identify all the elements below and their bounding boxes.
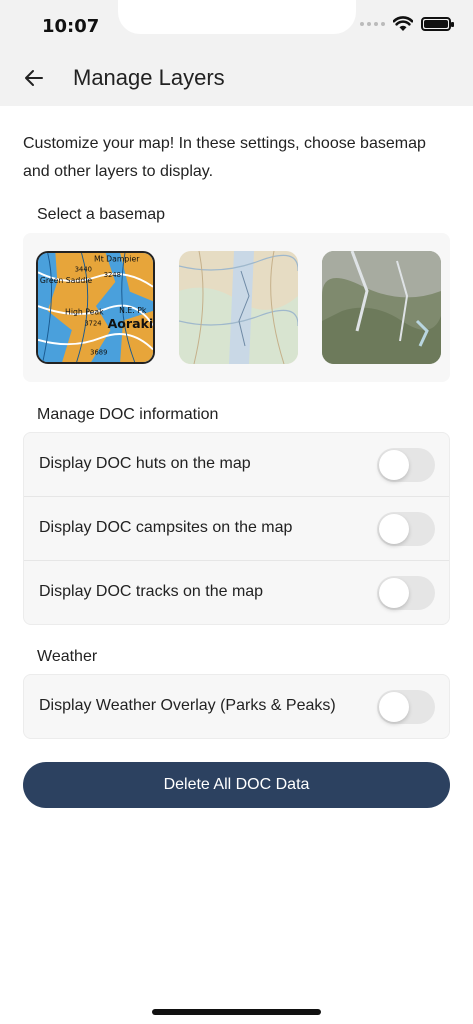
light-topo-map-image <box>179 251 298 364</box>
notch <box>118 0 356 34</box>
topo-map-image: Mt Dampier 3440 3248 Green Saddle High P… <box>38 253 153 362</box>
topo-label: Aoraki <box>108 316 153 331</box>
basemap-section-title: Select a basemap <box>37 206 166 223</box>
doc-settings-list: Display DOC huts on the map Display DOC … <box>23 432 450 625</box>
toggle-knob <box>379 692 409 722</box>
basemap-satellite-thumbnail[interactable] <box>322 251 441 364</box>
doc-campsites-toggle[interactable] <box>377 512 435 546</box>
doc-tracks-row: Display DOC tracks on the map <box>24 561 449 624</box>
weather-overlay-label: Display Weather Overlay (Parks & Peaks) <box>39 697 336 714</box>
doc-campsites-row: Display DOC campsites on the map <box>24 497 449 561</box>
status-icons <box>360 16 454 32</box>
home-indicator <box>152 1009 321 1015</box>
topo-label: 3724 <box>84 319 101 327</box>
app-header: Manage Layers <box>0 52 473 106</box>
basemap-topo-thumbnail[interactable]: Mt Dampier 3440 3248 Green Saddle High P… <box>36 251 155 364</box>
topo-label: Green Saddle <box>40 276 92 285</box>
doc-campsites-label: Display DOC campsites on the map <box>39 519 293 536</box>
weather-overlay-toggle[interactable] <box>377 690 435 724</box>
status-time: 10:07 <box>42 16 100 37</box>
page-title: Manage Layers <box>73 65 225 90</box>
basemap-selector: Mt Dampier 3440 3248 Green Saddle High P… <box>23 233 450 382</box>
battery-icon <box>421 17 454 31</box>
toggle-knob <box>379 450 409 480</box>
topo-label: 3689 <box>90 348 107 356</box>
delete-all-doc-data-button[interactable]: Delete All DOC Data <box>23 762 450 808</box>
doc-huts-row: Display DOC huts on the map <box>24 433 449 497</box>
doc-tracks-toggle[interactable] <box>377 576 435 610</box>
doc-huts-label: Display DOC huts on the map <box>39 455 251 472</box>
status-bar: 10:07 <box>0 0 473 52</box>
signal-icon <box>360 22 385 26</box>
doc-huts-toggle[interactable] <box>377 448 435 482</box>
satellite-map-image <box>322 251 441 364</box>
topo-label: High Peak <box>65 308 104 317</box>
topo-label: N.E. Pk <box>119 306 147 315</box>
weather-overlay-row: Display Weather Overlay (Parks & Peaks) <box>24 675 449 738</box>
toggle-knob <box>379 514 409 544</box>
topo-label: 3248 <box>104 271 121 279</box>
back-arrow-icon[interactable] <box>20 64 48 92</box>
doc-section-title: Manage DOC information <box>37 406 219 423</box>
doc-tracks-label: Display DOC tracks on the map <box>39 583 264 600</box>
topo-label: 3440 <box>75 265 92 273</box>
intro-text: Customize your map! In these settings, c… <box>23 135 426 180</box>
weather-section-title: Weather <box>37 648 98 665</box>
wifi-icon <box>393 16 413 31</box>
basemap-light-topo-thumbnail[interactable] <box>179 251 298 364</box>
weather-settings-list: Display Weather Overlay (Parks & Peaks) <box>23 674 450 739</box>
toggle-knob <box>379 578 409 608</box>
topo-label: Mt Dampier <box>94 255 140 264</box>
